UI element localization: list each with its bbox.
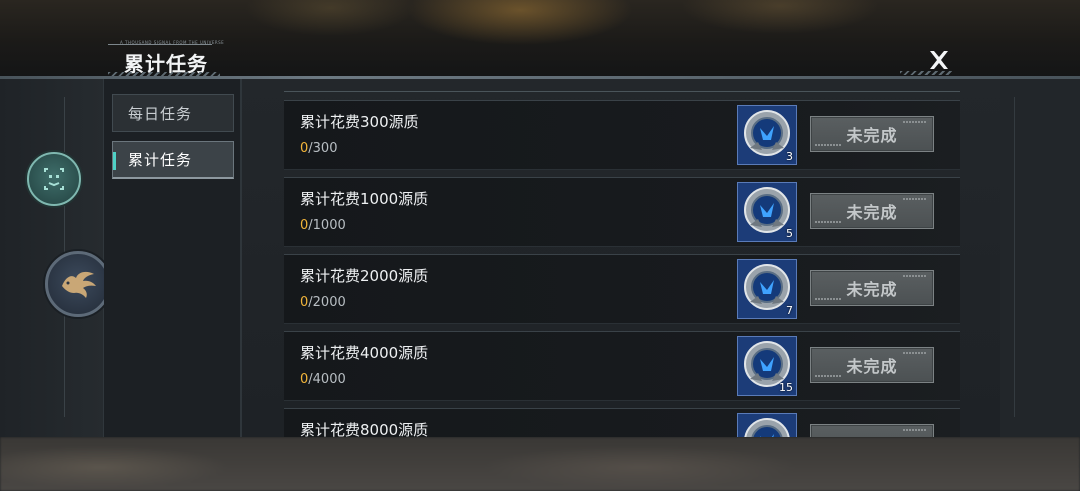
close-icon: [930, 51, 948, 69]
progress-target: /4000: [308, 372, 346, 387]
side-button-phoenix[interactable]: [45, 251, 111, 317]
side-button-face[interactable]: [27, 152, 81, 206]
reward-count: 7: [786, 304, 793, 317]
source-core-icon: [744, 418, 790, 437]
reward-item[interactable]: [737, 413, 797, 437]
progress-target: /300: [308, 141, 338, 156]
task-card: 累计花费4000源质 0/4000 15 未完成: [284, 331, 960, 401]
task-title: 累计花费300源质: [300, 113, 419, 131]
phoenix-emblem-icon: [62, 271, 96, 298]
task-title: 累计花费8000源质: [300, 421, 429, 437]
tab-cumulative-tasks[interactable]: 累计任务: [112, 141, 234, 179]
task-progress: 0/300: [300, 141, 337, 156]
task-card: 累计花费2000源质 0/2000 7 未完成: [284, 254, 960, 324]
reward-count: 15: [779, 381, 793, 394]
task-list[interactable]: 累计花费300源质 0/300 3 未完成 累计花费1000源质 0/1000 …: [242, 79, 1000, 437]
task-progress: 0/1000: [300, 218, 346, 233]
reward-item[interactable]: 7: [737, 259, 797, 319]
reward-count: 5: [786, 227, 793, 240]
task-title: 累计花费2000源质: [300, 267, 429, 285]
task-card: 累计花费300源质 0/300 3 未完成: [284, 100, 960, 170]
right-rail: [1000, 79, 1080, 437]
close-decoration: [900, 71, 952, 75]
reward-item[interactable]: 15: [737, 336, 797, 396]
tab-panel: [104, 79, 242, 437]
game-backdrop-bottom: [0, 437, 1080, 491]
task-title: 累计花费1000源质: [300, 190, 429, 208]
close-button[interactable]: [924, 46, 954, 74]
reward-item[interactable]: 3: [737, 105, 797, 165]
task-title: 累计花费4000源质: [300, 344, 429, 362]
task-card: 累计花费8000源质: [284, 408, 960, 437]
task-progress: 0/4000: [300, 372, 346, 387]
task-card: 累计花费1000源质 0/1000 5 未完成: [284, 177, 960, 247]
status-button[interactable]: 未完成: [810, 116, 934, 152]
status-button[interactable]: 未完成: [810, 193, 934, 229]
progress-target: /1000: [308, 218, 346, 233]
tab-daily-tasks[interactable]: 每日任务: [112, 94, 234, 132]
header-tagline: A THOUSAND SIGNAL FROM THE UNIVERSE: [120, 40, 225, 45]
status-button[interactable]: 未完成: [810, 347, 934, 383]
task-progress: 0/2000: [300, 295, 346, 310]
progress-target: /2000: [308, 295, 346, 310]
status-button[interactable]: 未完成: [810, 270, 934, 306]
reward-count: 3: [786, 150, 793, 163]
reward-item[interactable]: 5: [737, 182, 797, 242]
status-button[interactable]: [810, 424, 934, 437]
face-scan-icon: [44, 168, 64, 190]
